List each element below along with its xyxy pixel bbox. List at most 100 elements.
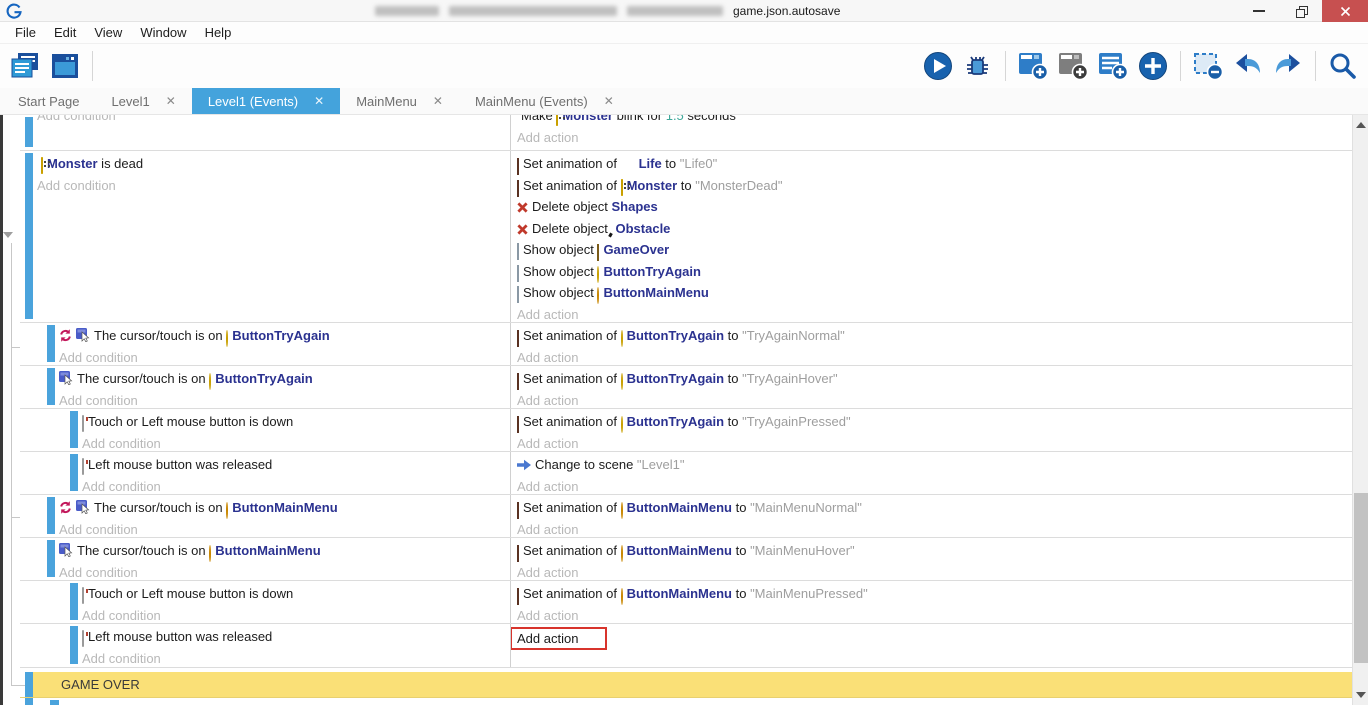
menu-help[interactable]: Help [196, 22, 241, 44]
action-line[interactable]: Delete object Obstacle [517, 218, 1352, 240]
add-event-button[interactable] [1016, 48, 1050, 84]
scene-editor-window-button[interactable] [48, 48, 82, 84]
condition-line[interactable]: Touch or Left mouse button is down [82, 583, 510, 605]
actions-cell[interactable]: Set animation of Life to "Life0"Set anim… [511, 151, 1352, 322]
scroll-up-icon[interactable] [1356, 122, 1366, 128]
event-row[interactable]: Touch or Left mouse button is downAdd co… [20, 581, 1352, 624]
add-action[interactable]: Add action [517, 433, 1352, 452]
actions-cell[interactable]: Set animation of ButtonTryAgain to "TryA… [511, 366, 1352, 408]
scrollbar-thumb[interactable] [1354, 493, 1368, 663]
event-row[interactable]: The cursor/touch is on ButtonTryAgainAdd… [20, 366, 1352, 409]
condition-line[interactable]: Left mouse button was released [82, 626, 510, 648]
restore-button[interactable] [1280, 0, 1322, 22]
menu-window[interactable]: Window [131, 22, 195, 44]
action-line[interactable]: Set animation of Life to "Life0" [517, 153, 1352, 175]
tab-start-page[interactable]: Start Page [2, 88, 95, 114]
condition-line[interactable]: The cursor/touch is on ButtonTryAgain [59, 325, 510, 347]
add-condition[interactable]: Add condition [82, 476, 510, 495]
vertical-scrollbar[interactable] [1352, 115, 1368, 705]
conditions-cell[interactable]: Add condition [20, 115, 511, 150]
collapse-arrow-icon[interactable] [3, 232, 13, 238]
action-line[interactable]: Set animation of ButtonTryAgain to "TryA… [517, 411, 1352, 433]
add-condition[interactable]: Add condition [82, 605, 510, 624]
add-condition[interactable]: Add condition [82, 433, 510, 452]
event-row[interactable]: The cursor/touch is on ButtonTryAgain Add… [20, 323, 1352, 366]
conditions-cell[interactable]: Monster is deadAdd condition [20, 151, 511, 322]
add-condition[interactable]: Add condition [37, 175, 510, 197]
add-condition[interactable]: Add condition [59, 562, 510, 581]
play-button[interactable] [921, 48, 955, 84]
add-circle-button[interactable] [1136, 48, 1170, 84]
add-action[interactable]: Add action [517, 605, 1352, 624]
tab-level1-events-[interactable]: Level1 (Events)✕ [192, 88, 340, 114]
add-action[interactable]: Add action [517, 127, 1352, 149]
action-line[interactable]: Set animation of ButtonMainMenu to "Main… [517, 540, 1352, 562]
tab-level1[interactable]: Level1✕ [95, 88, 191, 114]
action-line[interactable]: Delete object Shapes [517, 196, 1352, 218]
tab-close-icon[interactable]: ✕ [433, 94, 443, 108]
event-row[interactable]: Monster is deadAdd conditionSet animatio… [20, 151, 1352, 323]
conditions-cell[interactable]: The cursor/touch is on ButtonMainMenuAdd… [20, 538, 511, 580]
action-line[interactable]: Set animation of ButtonMainMenu to "Main… [517, 497, 1352, 519]
search-button[interactable] [1326, 48, 1360, 84]
event-row[interactable]: The cursor/touch is on ButtonMainMenuAdd… [20, 495, 1352, 538]
conditions-cell[interactable]: The cursor/touch is on ButtonTryAgainAdd… [20, 366, 511, 408]
actions-cell[interactable]: Make Monster blink for 1.5 secondsAdd ac… [511, 115, 1352, 150]
add-condition[interactable]: Add condition [37, 115, 510, 127]
actions-cell[interactable]: Set animation of ButtonTryAgain to "TryA… [511, 409, 1352, 451]
tab-close-icon[interactable]: ✕ [604, 94, 614, 108]
comment-event-row[interactable]: GAME OVER [20, 672, 1352, 698]
actions-cell[interactable]: Set animation of ButtonTryAgain to "TryA… [511, 323, 1352, 365]
debug-button[interactable] [961, 48, 995, 84]
tab-mainmenu[interactable]: MainMenu✕ [340, 88, 459, 114]
action-line[interactable]: Show object ButtonMainMenu [517, 282, 1352, 304]
add-condition[interactable]: Add condition [59, 390, 510, 409]
add-condition[interactable]: Add condition [59, 519, 510, 538]
condition-line[interactable]: Monster is dead [37, 153, 510, 175]
tab-mainmenu-events-[interactable]: MainMenu (Events)✕ [459, 88, 630, 114]
event-row[interactable]: Add conditionMake Monster blink for 1.5 … [20, 115, 1352, 151]
actions-cell[interactable]: Add action [511, 624, 1352, 667]
action-line[interactable]: Set animation of ButtonMainMenu to "Main… [517, 583, 1352, 605]
add-action[interactable]: Add action [517, 390, 1352, 409]
conditions-cell[interactable]: Left mouse button was releasedAdd condit… [20, 452, 511, 494]
conditions-cell[interactable]: Touch or Left mouse button is downAdd co… [20, 409, 511, 451]
tab-close-icon[interactable]: ✕ [166, 94, 176, 108]
menu-file[interactable]: File [6, 22, 45, 44]
undo-button[interactable] [1231, 48, 1265, 84]
add-action[interactable]: Add action [517, 347, 1352, 366]
minimize-button[interactable] [1238, 0, 1280, 22]
actions-cell[interactable]: Set animation of ButtonMainMenu to "Main… [511, 495, 1352, 537]
actions-cell[interactable]: Change to scene "Level1"Add action [511, 452, 1352, 494]
project-manager-button[interactable] [8, 48, 42, 84]
comment-body[interactable]: GAME OVER [33, 672, 1352, 697]
action-line[interactable]: Show object ButtonTryAgain [517, 261, 1352, 283]
action-line[interactable]: Show object GameOver [517, 239, 1352, 261]
actions-cell[interactable]: Set animation of ButtonMainMenu to "Main… [511, 538, 1352, 580]
condition-line[interactable]: The cursor/touch is on ButtonMainMenu [59, 540, 510, 562]
close-button[interactable] [1322, 0, 1368, 22]
actions-cell[interactable]: Set animation of ButtonMainMenu to "Main… [511, 581, 1352, 623]
add-condition[interactable]: Add condition [82, 648, 510, 668]
event-row[interactable]: Left mouse button was releasedAdd condit… [20, 452, 1352, 495]
delete-event-button[interactable] [1191, 48, 1225, 84]
action-line[interactable]: Make Monster blink for 1.5 seconds [517, 115, 1352, 127]
conditions-cell[interactable]: Left mouse button was releasedAdd condit… [20, 624, 511, 667]
add-action[interactable]: Add action [517, 626, 1352, 648]
condition-line[interactable]: The cursor/touch is on ButtonTryAgain [59, 368, 510, 390]
event-row[interactable]: Touch or Left mouse button is downAdd co… [20, 409, 1352, 452]
event-row[interactable]: The cursor/touch is on ButtonMainMenuAdd… [20, 538, 1352, 581]
condition-line[interactable]: The cursor/touch is on ButtonMainMenu [59, 497, 510, 519]
conditions-cell[interactable]: The cursor/touch is on ButtonMainMenuAdd… [20, 495, 511, 537]
scroll-down-icon[interactable] [1356, 692, 1366, 698]
tab-close-icon[interactable]: ✕ [314, 94, 324, 108]
condition-line[interactable]: Touch or Left mouse button is down [82, 411, 510, 433]
add-action[interactable]: Add action [517, 304, 1352, 323]
condition-line[interactable]: Left mouse button was released [82, 454, 510, 476]
redo-button[interactable] [1271, 48, 1305, 84]
add-action[interactable]: Add action [517, 476, 1352, 495]
event-row[interactable]: Left mouse button was releasedAdd condit… [20, 624, 1352, 668]
menu-edit[interactable]: Edit [45, 22, 85, 44]
action-line[interactable]: Change to scene "Level1" [517, 454, 1352, 476]
action-line[interactable]: Set animation of ButtonTryAgain to "TryA… [517, 368, 1352, 390]
